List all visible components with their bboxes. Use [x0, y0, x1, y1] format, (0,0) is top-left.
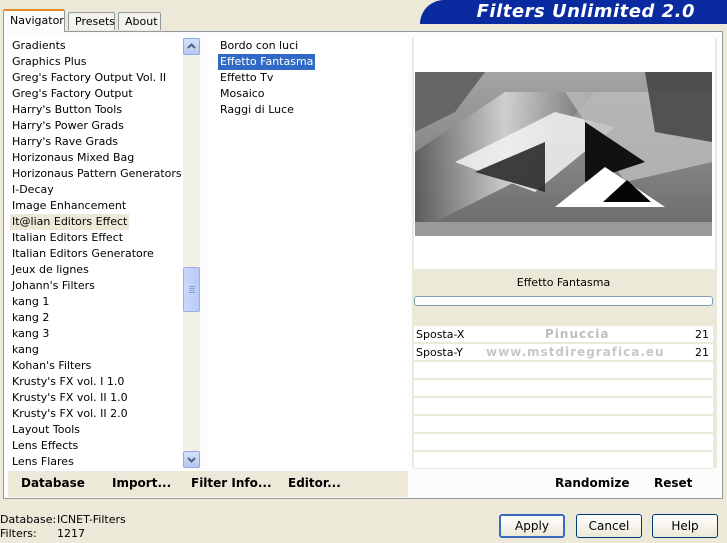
scroll-up-button[interactable]	[183, 38, 200, 55]
category-item[interactable]: Harry's Button Tools	[10, 102, 124, 118]
category-item[interactable]: Krusty's FX vol. II 1.0	[10, 390, 130, 406]
filter-item[interactable]: Effetto Fantasma	[216, 53, 317, 71]
watermark-name: Pinuccia	[545, 327, 610, 341]
category-list: Gradients Graphics Plus Greg's Factory Out…	[8, 38, 183, 468]
tab-presets[interactable]: Presets	[68, 12, 115, 30]
category-item[interactable]: Johann's Filters	[10, 278, 97, 294]
category-item[interactable]: Krusty's FX vol. II 2.0	[10, 406, 130, 422]
progress-bar	[414, 296, 713, 306]
category-item[interactable]: Lens Effects	[10, 438, 80, 454]
category-item[interactable]: Harry's Power Grads	[10, 118, 126, 134]
param-row-empty[interactable]	[414, 362, 713, 379]
category-item[interactable]: Greg's Factory Output Vol. II	[10, 70, 168, 86]
param-row-empty[interactable]	[414, 434, 713, 451]
cancel-button[interactable]: Cancel	[576, 514, 642, 538]
database-status-value: ICNET-Filters	[57, 513, 126, 526]
filter-preview-image	[415, 72, 712, 236]
param-value: 21	[695, 346, 709, 359]
filter-item[interactable]: Effetto Tv	[218, 70, 275, 86]
category-item[interactable]: Italian Editors Generatore	[10, 246, 156, 262]
import-link[interactable]: Import...	[112, 476, 171, 490]
category-item[interactable]: I-Decay	[10, 182, 56, 198]
param-row-empty[interactable]	[414, 452, 713, 469]
category-item[interactable]: Image Enhancement	[10, 198, 128, 214]
randomize-link[interactable]: Randomize	[555, 476, 629, 490]
category-item[interactable]: kang 3	[10, 326, 51, 342]
filter-item[interactable]: Mosaico	[218, 86, 267, 102]
filter-item[interactable]: Raggi di Luce	[218, 102, 296, 118]
category-scrollbar[interactable]	[183, 38, 200, 468]
scroll-thumb[interactable]	[183, 267, 200, 312]
filters-count-label: Filters:	[0, 527, 37, 540]
filter-list: Bordo con luci Effetto Fantasma Effetto Tv…	[207, 38, 408, 468]
watermark-url: www.mstdiregrafica.eu	[486, 345, 665, 359]
chevron-down-icon	[187, 457, 196, 463]
category-item[interactable]: Horizonaus Mixed Bag	[10, 150, 136, 166]
param-label: Sposta-Y	[416, 346, 463, 359]
chevron-up-icon	[187, 43, 196, 49]
category-item[interactable]: Italian Editors Effect	[10, 230, 125, 246]
database-link[interactable]: Database	[21, 476, 85, 490]
category-item[interactable]: Krusty's FX vol. I 1.0	[10, 374, 126, 390]
banner-title: Filters Unlimited 2.0	[476, 1, 695, 22]
category-item[interactable]: It@lian Editors Effect	[10, 214, 130, 230]
reset-link[interactable]: Reset	[654, 476, 692, 490]
category-item[interactable]: kang 2	[10, 310, 51, 326]
filter-info-link[interactable]: Filter Info...	[191, 476, 272, 490]
database-status-label: Database:	[0, 513, 57, 526]
filter-item[interactable]: Bordo con luci	[218, 38, 300, 54]
tab-about[interactable]: About	[118, 12, 161, 30]
category-item[interactable]: Gradients	[10, 38, 68, 54]
category-item[interactable]: Lens Flares	[10, 454, 76, 470]
category-item[interactable]: Horizonaus Pattern Generators	[10, 166, 184, 182]
category-item[interactable]: Graphics Plus	[10, 54, 88, 70]
category-item[interactable]: kang	[10, 342, 41, 358]
category-item[interactable]: kang 1	[10, 294, 51, 310]
param-value: 21	[695, 328, 709, 341]
category-item[interactable]: Harry's Rave Grads	[10, 134, 120, 150]
scroll-down-button[interactable]	[183, 451, 200, 468]
category-item[interactable]: Layout Tools	[10, 422, 82, 438]
category-item[interactable]: Greg's Factory Output	[10, 86, 135, 102]
tab-navigator[interactable]: Navigator	[3, 9, 65, 32]
param-row-empty[interactable]	[414, 416, 713, 433]
help-button[interactable]: Help	[652, 514, 718, 538]
filter-name-label: Effetto Fantasma	[414, 272, 713, 294]
param-row-empty[interactable]	[414, 380, 713, 397]
category-item[interactable]: Jeux de lignes	[10, 262, 91, 278]
category-item[interactable]: Kohan's Filters	[10, 358, 93, 374]
editor-link[interactable]: Editor...	[288, 476, 341, 490]
apply-button[interactable]: Apply	[499, 514, 565, 538]
param-row-empty[interactable]	[414, 398, 713, 415]
param-label: Sposta-X	[416, 328, 465, 341]
title-banner: Filters Unlimited 2.0	[420, 0, 727, 24]
filters-count-value: 1217	[57, 527, 85, 540]
